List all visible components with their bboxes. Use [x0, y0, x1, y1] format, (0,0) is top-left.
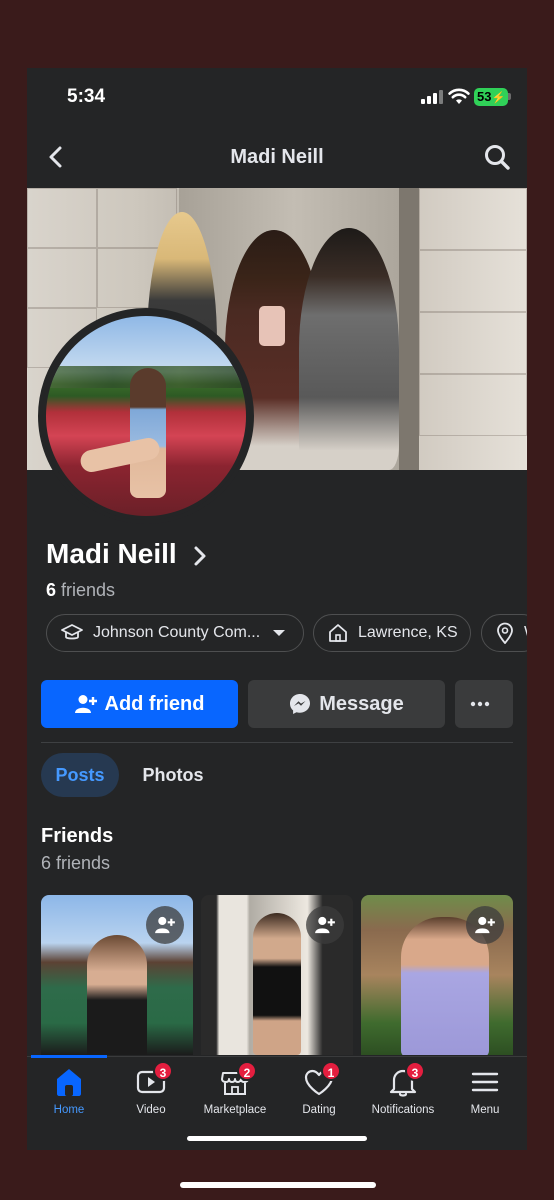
message-button[interactable]: Message [248, 680, 445, 728]
nav-marketplace-label: Marketplace [203, 1104, 267, 1116]
tab-posts[interactable]: Posts [41, 753, 119, 797]
add-person-icon [74, 695, 97, 713]
friends-count-label: friends [61, 580, 116, 600]
chip-hometown-label: Lawrence, KS [358, 624, 458, 641]
messenger-icon [290, 694, 311, 714]
friend-card[interactable] [361, 895, 513, 1055]
friend-photo-figure [87, 935, 147, 1055]
nav-dating-label: Dating [302, 1104, 336, 1116]
profile-avatar[interactable] [38, 308, 254, 524]
chip-location-label: W [524, 624, 527, 642]
wifi-icon [448, 88, 470, 104]
battery-icon: 53⚡ [474, 88, 508, 106]
nav-home-label: Home [53, 1104, 85, 1116]
nav-notifications-badge: 3 [405, 1061, 425, 1081]
nav-dating[interactable]: 1 Dating [277, 1061, 361, 1116]
nav-video-label: Video [136, 1104, 166, 1116]
add-friend-button[interactable]: Add friend [41, 680, 238, 728]
nav-marketplace-badge: 2 [237, 1061, 257, 1081]
nav-dating-badge: 1 [321, 1061, 341, 1081]
add-person-icon [155, 916, 175, 934]
nav-notifications-label: Notifications [371, 1104, 435, 1116]
status-bar: 5:34 53⚡ [27, 68, 527, 128]
nav-video-badge: 3 [153, 1061, 173, 1081]
nav-menu[interactable]: Menu [443, 1065, 527, 1116]
home-indicator[interactable] [187, 1136, 367, 1141]
caret-down-icon [273, 630, 286, 636]
outer-home-indicator [180, 1182, 376, 1188]
add-person-icon [315, 916, 335, 934]
home-icon [329, 624, 347, 642]
divider [41, 742, 513, 743]
friends-section-title: Friends [41, 825, 114, 847]
graduation-cap-icon [61, 624, 83, 640]
chevron-right-icon[interactable] [191, 544, 209, 568]
add-friend-label: Add friend [104, 692, 205, 715]
active-tab-indicator [31, 1055, 107, 1058]
friend-photo-figure [253, 913, 301, 1055]
friends-section-subtitle[interactable]: 6 friends [41, 853, 110, 874]
status-time: 5:34 [67, 86, 106, 107]
cover-mirror-frame [399, 188, 419, 470]
add-friend-badge[interactable] [146, 906, 184, 944]
page-title: Madi Neill [230, 146, 324, 168]
nav-notifications[interactable]: 3 Notifications [361, 1061, 445, 1116]
profile-name[interactable]: Madi Neill [46, 538, 177, 570]
nav-menu-label: Menu [470, 1104, 500, 1116]
chip-education-label: Johnson County Com... [93, 624, 261, 641]
cover-person-right [299, 228, 399, 470]
chip-location[interactable]: W [481, 614, 527, 652]
top-nav: Madi Neill [27, 128, 527, 188]
add-friend-badge[interactable] [306, 906, 344, 944]
add-friend-badge[interactable] [466, 906, 504, 944]
battery-level: 53 [477, 89, 492, 104]
chip-education[interactable]: Johnson County Com... [46, 614, 304, 652]
battery-nub [508, 93, 511, 100]
friends-count-number: 6 [46, 580, 57, 600]
nav-home[interactable]: Home [27, 1065, 111, 1116]
search-icon[interactable] [483, 143, 511, 171]
phone-screen: 5:34 53⚡ Madi Neill Madi Neill 6 friends… [27, 68, 527, 1150]
message-label: Message [319, 692, 404, 715]
friend-card[interactable] [41, 895, 193, 1055]
add-person-icon [475, 916, 495, 934]
friend-card[interactable] [201, 895, 353, 1055]
friends-count[interactable]: 6 friends [46, 580, 115, 601]
chip-hometown[interactable]: Lawrence, KS [313, 614, 471, 652]
cellular-signal-icon [421, 90, 443, 104]
home-icon [57, 1069, 81, 1096]
nav-video[interactable]: 3 Video [109, 1061, 193, 1116]
menu-icon [471, 1072, 499, 1092]
nav-marketplace[interactable]: 2 Marketplace [193, 1061, 277, 1116]
cover-phone [259, 306, 285, 346]
location-pin-icon [497, 622, 513, 644]
tab-photos[interactable]: Photos [127, 753, 219, 797]
more-options-button[interactable] [455, 680, 513, 728]
more-dots-icon [470, 701, 490, 707]
